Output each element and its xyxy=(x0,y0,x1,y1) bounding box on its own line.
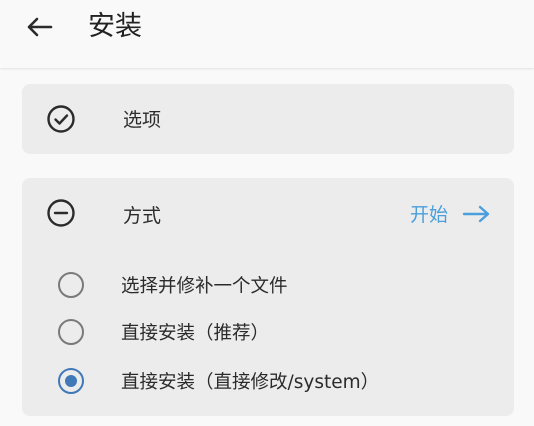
arrow-left-icon xyxy=(27,17,53,37)
radio-option-patch-file[interactable]: 选择并修补一个文件 xyxy=(58,269,288,301)
radio-label: 直接安装（直接修改/system） xyxy=(121,372,380,393)
options-card[interactable]: 选项 xyxy=(22,84,514,154)
start-button[interactable]: 开始 xyxy=(410,200,492,227)
method-card: 方式 开始 选择并修补一个文件 直接安装（推荐） 直接安装（直接修改/syste… xyxy=(22,178,514,416)
radio-button[interactable] xyxy=(58,319,84,345)
radio-button[interactable] xyxy=(58,272,84,298)
options-label: 选项 xyxy=(123,109,162,131)
page-title: 安装 xyxy=(88,11,142,42)
radio-option-direct-install-system[interactable]: 直接安装（直接修改/system） xyxy=(58,365,379,397)
radio-option-direct-install[interactable]: 直接安装（推荐） xyxy=(58,316,269,348)
app-bar: 安装 xyxy=(0,0,534,68)
start-label: 开始 xyxy=(409,204,448,226)
minus-circle-icon xyxy=(46,198,76,228)
method-label: 方式 xyxy=(123,205,162,227)
radio-button-selected[interactable] xyxy=(58,368,84,394)
check-circle-icon xyxy=(46,104,76,134)
radio-label: 选择并修补一个文件 xyxy=(121,276,288,297)
radio-label: 直接安装（推荐） xyxy=(121,323,270,344)
arrow-right-icon xyxy=(462,205,490,222)
back-button[interactable] xyxy=(22,12,56,42)
